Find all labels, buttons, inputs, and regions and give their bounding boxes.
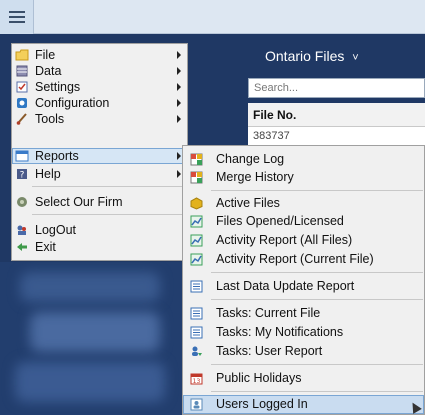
menu-separator bbox=[211, 272, 423, 273]
submenu-item-change-log[interactable]: Change Log bbox=[183, 150, 424, 169]
window-icon bbox=[12, 148, 32, 164]
calendar-icon: 13 bbox=[183, 369, 209, 388]
hamburger-menu-button[interactable] bbox=[0, 0, 34, 34]
menu-item-data[interactable]: Data bbox=[12, 63, 187, 79]
menu-item-label: LogOut bbox=[35, 223, 77, 237]
files-title-label: Ontario Files bbox=[265, 48, 345, 64]
chevron-right-icon bbox=[177, 67, 181, 75]
menu-item-label: Configuration bbox=[35, 96, 110, 110]
chevron-down-icon: ˅ bbox=[352, 52, 359, 64]
chevron-right-icon bbox=[177, 115, 181, 123]
submenu-item-activity-report-current[interactable]: Activity Report (Current File) bbox=[183, 250, 424, 269]
svg-text:?: ? bbox=[20, 171, 25, 181]
chart-icon bbox=[183, 231, 209, 250]
submenu-item-tasks-current-file[interactable]: Tasks: Current File bbox=[183, 304, 424, 323]
blurred-content bbox=[20, 272, 160, 302]
submenu-item-label: Tasks: My Notifications bbox=[216, 325, 344, 339]
database-icon bbox=[12, 63, 32, 79]
menu-item-configuration[interactable]: Configuration bbox=[12, 95, 187, 111]
config-icon bbox=[12, 95, 32, 111]
submenu-item-label: Last Data Update Report bbox=[216, 279, 355, 293]
submenu-item-label: Activity Report (Current File) bbox=[216, 252, 374, 266]
menu-item-file[interactable]: File bbox=[12, 47, 187, 63]
menu-separator bbox=[211, 190, 423, 191]
menu-item-select-our-firm[interactable]: Select Our Firm bbox=[12, 194, 187, 210]
menu-item-reports[interactable]: Reports bbox=[12, 148, 187, 164]
search-input[interactable]: Search... bbox=[248, 78, 425, 98]
users-logged-in-icon bbox=[183, 395, 209, 414]
list-report-icon bbox=[183, 323, 209, 342]
checklist-icon bbox=[12, 79, 32, 95]
submenu-item-label: Active Files bbox=[216, 196, 280, 210]
submenu-item-tasks-user-report[interactable]: Tasks: User Report bbox=[183, 342, 424, 361]
menu-item-label: Reports bbox=[35, 149, 79, 163]
top-toolbar bbox=[0, 0, 425, 34]
menu-item-tools[interactable]: Tools bbox=[12, 111, 187, 127]
submenu-item-label: Public Holidays bbox=[216, 371, 302, 385]
submenu-item-tasks-my-notifications[interactable]: Tasks: My Notifications bbox=[183, 323, 424, 342]
menu-item-label: File bbox=[35, 48, 56, 62]
firm-icon bbox=[12, 194, 32, 210]
submenu-item-label: Tasks: Current File bbox=[216, 306, 321, 320]
submenu-item-public-holidays[interactable]: 13 Public Holidays bbox=[183, 369, 424, 388]
hamburger-icon bbox=[8, 11, 25, 23]
menu-separator bbox=[211, 299, 423, 300]
chevron-right-icon bbox=[177, 83, 181, 91]
menu-item-label: Data bbox=[35, 64, 62, 78]
submenu-item-activity-report-all[interactable]: Activity Report (All Files) bbox=[183, 231, 424, 250]
submenu-item-files-opened-licensed[interactable]: Files Opened/Licensed bbox=[183, 212, 424, 231]
brush-icon bbox=[12, 111, 32, 127]
chevron-right-icon bbox=[177, 51, 181, 59]
reports-submenu: Change Log Merge History Active Files Fi… bbox=[182, 145, 425, 415]
submenu-item-last-data-update-report[interactable]: Last Data Update Report bbox=[183, 277, 424, 296]
menu-item-help[interactable]: ? Help bbox=[12, 166, 187, 182]
menu-separator bbox=[32, 214, 186, 215]
chart-icon bbox=[183, 250, 209, 269]
chevron-right-icon bbox=[177, 152, 181, 160]
menu-item-label: Exit bbox=[35, 240, 56, 254]
chevron-right-icon bbox=[177, 170, 181, 178]
exit-icon bbox=[12, 239, 32, 255]
submenu-item-label: Activity Report (All Files) bbox=[216, 233, 353, 247]
grid-report-icon bbox=[183, 150, 209, 169]
menu-separator bbox=[211, 391, 423, 392]
menu-separator bbox=[32, 186, 186, 187]
active-files-icon bbox=[183, 194, 209, 213]
table-row[interactable]: 383737 bbox=[248, 127, 425, 145]
submenu-item-merge-history[interactable]: Merge History bbox=[183, 168, 424, 187]
menu-item-label: Help bbox=[35, 167, 61, 181]
user-report-icon bbox=[183, 342, 209, 361]
blurred-content bbox=[15, 362, 165, 402]
submenu-item-label: Change Log bbox=[216, 152, 285, 166]
blurred-content bbox=[30, 312, 160, 352]
chevron-right-icon bbox=[177, 99, 181, 107]
table-cell-file-no: 383737 bbox=[253, 130, 290, 142]
column-header-file-no[interactable]: File No. bbox=[248, 103, 425, 127]
grid-report-icon bbox=[183, 168, 209, 187]
submenu-item-active-files[interactable]: Active Files bbox=[183, 194, 424, 213]
svg-text:13: 13 bbox=[192, 378, 200, 385]
menu-item-label: Settings bbox=[35, 80, 81, 94]
menu-separator bbox=[211, 364, 423, 365]
menu-item-exit[interactable]: Exit bbox=[12, 239, 187, 255]
submenu-item-users-logged-in[interactable]: Users Logged In bbox=[183, 395, 424, 414]
logout-icon bbox=[12, 222, 32, 238]
main-menu: File Data Settings Configuration Tools R bbox=[11, 43, 188, 261]
submenu-item-label: Users Logged In bbox=[216, 397, 308, 411]
blurred-panel bbox=[0, 262, 182, 415]
list-report-icon bbox=[183, 304, 209, 323]
help-icon: ? bbox=[12, 166, 32, 182]
menu-item-logout[interactable]: LogOut bbox=[12, 222, 187, 238]
submenu-item-label: Tasks: User Report bbox=[216, 344, 323, 358]
folder-icon bbox=[12, 47, 32, 63]
menu-item-label: Select Our Firm bbox=[35, 195, 123, 209]
menu-item-settings[interactable]: Settings bbox=[12, 79, 187, 95]
chart-icon bbox=[183, 212, 209, 231]
menu-item-label: Tools bbox=[35, 112, 65, 126]
files-title[interactable]: Ontario Files ˅ bbox=[265, 48, 359, 64]
submenu-item-label: Files Opened/Licensed bbox=[216, 214, 344, 228]
list-report-icon bbox=[183, 277, 209, 296]
submenu-item-label: Merge History bbox=[216, 170, 294, 184]
